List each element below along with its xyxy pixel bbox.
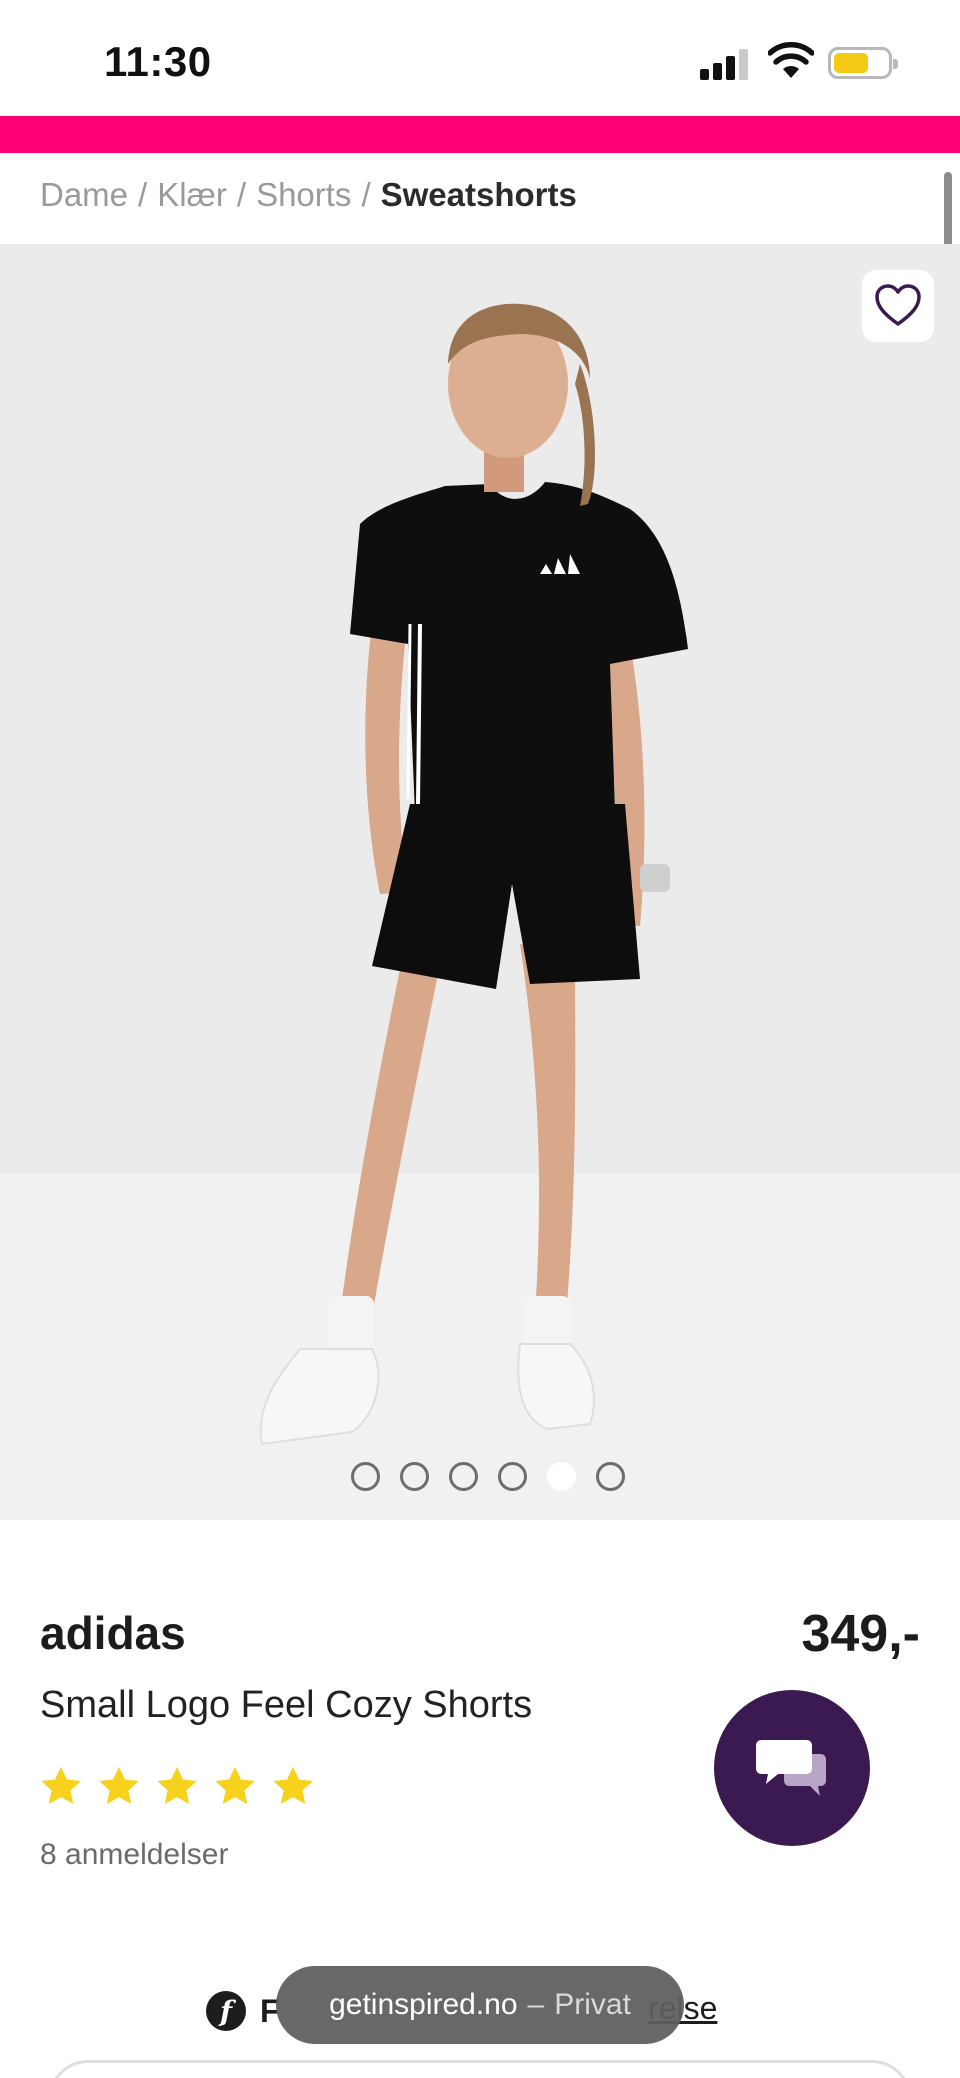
product-price: 349,- (801, 1605, 920, 1663)
product-image[interactable] (0, 244, 960, 1520)
toast-domain: getinspired.no (329, 1988, 518, 2021)
product-brand[interactable]: adidas (40, 1606, 186, 1660)
gallery-dot[interactable] (400, 1462, 429, 1491)
payment-provider-logo: f (206, 1991, 246, 2031)
star-icon (41, 1766, 81, 1805)
star-icon (215, 1766, 255, 1805)
gallery-dot[interactable] (351, 1462, 380, 1491)
product-name: Small Logo Feel Cozy Shorts (40, 1684, 533, 1726)
gallery-dot[interactable] (498, 1462, 527, 1491)
breadcrumb-separator: / (361, 176, 371, 213)
status-time: 11:30 (104, 38, 212, 85)
breadcrumb: Dame / Klær / Shorts / Sweatshorts (40, 176, 577, 214)
accent-bar (0, 116, 960, 153)
bottom-card (48, 2060, 912, 2078)
toast-dash: – (527, 1988, 545, 2021)
breadcrumb-item-shorts[interactable]: Shorts (256, 176, 351, 213)
heart-outline-icon (875, 284, 921, 326)
wifi-icon (768, 42, 814, 78)
gallery-dot[interactable] (547, 1462, 576, 1491)
breadcrumb-item-dame[interactable]: Dame (40, 176, 128, 213)
star-icon (157, 1766, 197, 1805)
breadcrumb-separator: / (236, 176, 247, 213)
chat-bubbles-icon (756, 1740, 826, 1796)
breadcrumb-current: Sweatshorts (380, 176, 577, 213)
battery-icon (828, 47, 898, 79)
cellular-signal-icon (700, 46, 750, 80)
browser-url-toast[interactable]: getinspired.no – Privat (276, 1966, 684, 2044)
battery-level (834, 53, 868, 73)
wishlist-button[interactable] (862, 270, 934, 342)
breadcrumb-separator: / (138, 176, 148, 213)
payment-info: f F (206, 1986, 280, 2036)
chat-button[interactable] (714, 1690, 870, 1846)
model-photo (259, 303, 688, 1446)
gallery-dot[interactable] (596, 1462, 625, 1491)
rating-stars[interactable] (38, 1764, 316, 1810)
star-icon (273, 1766, 313, 1805)
status-bar: 11:30 (0, 0, 960, 116)
star-icon (99, 1766, 139, 1805)
gallery-dot[interactable] (449, 1462, 478, 1491)
review-count[interactable]: 8 anmeldelser (40, 1838, 228, 1872)
breadcrumb-item-klaer[interactable]: Klær (157, 176, 227, 213)
toast-private-label: Privat (554, 1988, 631, 2021)
gallery-pagination (0, 1462, 960, 1491)
